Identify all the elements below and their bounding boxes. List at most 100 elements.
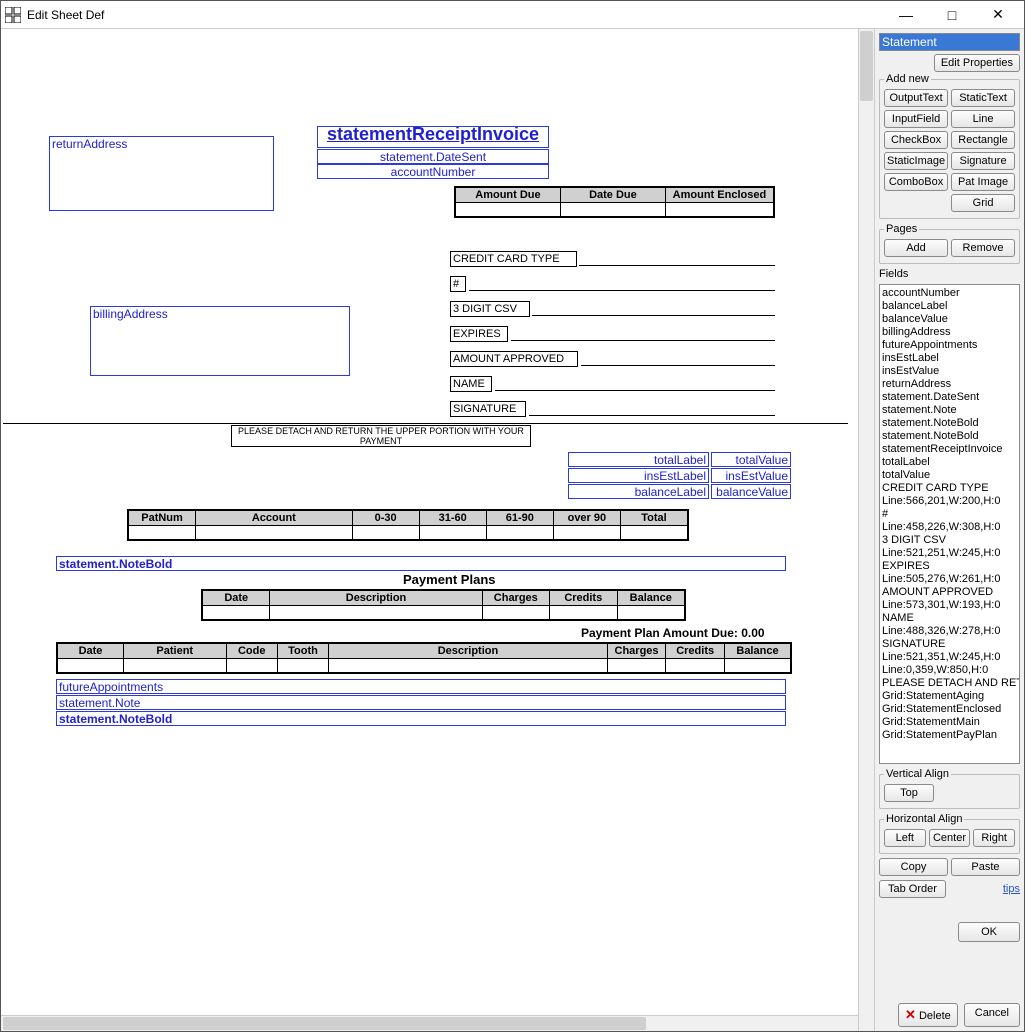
grid-statement-enclosed[interactable]: Amount Due Date Due Amount Enclosed — [454, 186, 775, 218]
valign-legend: Vertical Align — [884, 768, 951, 780]
addnew-combo-box-button[interactable]: ComboBox — [884, 173, 948, 191]
static-amount-approved[interactable]: AMOUNT APPROVED — [450, 351, 578, 367]
fields-list-item[interactable]: # — [882, 508, 1017, 521]
field-noteBold-2[interactable]: statement.NoteBold — [56, 711, 786, 726]
pages-group: Pages Add Remove — [879, 223, 1020, 264]
addnew-signature-button[interactable]: Signature — [951, 152, 1015, 170]
fields-list-item[interactable]: insEstLabel — [882, 352, 1017, 365]
field-statementReceiptInvoice[interactable]: statementReceiptInvoice — [317, 126, 549, 148]
fields-list-item[interactable]: returnAddress — [882, 378, 1017, 391]
fields-list-item[interactable]: balanceLabel — [882, 300, 1017, 313]
static-hash[interactable]: # — [450, 276, 466, 292]
addnew-line-button[interactable]: Line — [951, 110, 1015, 128]
canvas-wrap: returnAddress statementReceiptInvoice st… — [1, 29, 858, 1031]
tips-link[interactable]: tips — [1003, 883, 1020, 895]
field-totalLabel[interactable]: totalLabel — [568, 452, 709, 467]
maximize-button[interactable]: □ — [930, 3, 974, 27]
static-name[interactable]: NAME — [450, 376, 492, 392]
fields-list-item[interactable]: statement.DateSent — [882, 391, 1017, 404]
fields-list-item[interactable]: balanceValue — [882, 313, 1017, 326]
close-button[interactable]: ✕ — [976, 3, 1020, 27]
addnew-static-image-button[interactable]: StaticImage — [884, 152, 948, 170]
cancel-button[interactable]: Cancel — [964, 1003, 1020, 1027]
fields-list-item[interactable]: Line:573,301,W:193,H:0 — [882, 599, 1017, 612]
field-balanceValue[interactable]: balanceValue — [711, 484, 791, 499]
fields-list-item[interactable]: futureAppointments — [882, 339, 1017, 352]
fields-list-item[interactable]: statement.NoteBold — [882, 417, 1017, 430]
pages-add-button[interactable]: Add — [884, 239, 948, 257]
static-detach[interactable]: PLEASE DETACH AND RETURN THE UPPER PORTI… — [231, 425, 531, 447]
tab-order-button[interactable]: Tab Order — [879, 880, 946, 898]
addnew-check-box-button[interactable]: CheckBox — [884, 131, 948, 149]
fields-list-item[interactable]: Line:488,326,W:278,H:0 — [882, 625, 1017, 638]
addnew-input-field-button[interactable]: InputField — [884, 110, 948, 128]
field-accountNumber[interactable]: accountNumber — [317, 164, 549, 179]
fields-list-item[interactable]: Line:521,251,W:245,H:0 — [882, 547, 1017, 560]
static-3digit[interactable]: 3 DIGIT CSV — [450, 301, 530, 317]
grid-statement-main[interactable]: Date Patient Code Tooth Description Char… — [56, 642, 792, 674]
fields-list-item[interactable]: Line:505,276,W:261,H:0 — [882, 573, 1017, 586]
static-payment-plans-title: Payment Plans — [403, 572, 496, 587]
fields-listbox[interactable]: accountNumberbalanceLabelbalanceValuebil… — [879, 284, 1020, 764]
field-returnAddress[interactable]: returnAddress — [49, 136, 274, 211]
fields-list-item[interactable]: accountNumber — [882, 287, 1017, 300]
ok-button[interactable]: OK — [958, 922, 1020, 942]
fields-list-item[interactable]: SIGNATURE — [882, 638, 1017, 651]
fields-list-item[interactable]: insEstValue — [882, 365, 1017, 378]
fields-list-item[interactable]: CREDIT CARD TYPE — [882, 482, 1017, 495]
fields-list-item[interactable]: Grid:StatementMain — [882, 716, 1017, 729]
fields-list-item[interactable]: Line:458,226,W:308,H:0 — [882, 521, 1017, 534]
fields-list-item[interactable]: billingAddress — [882, 326, 1017, 339]
halign-center-button[interactable]: Center — [929, 829, 971, 847]
fields-list-item[interactable]: Line:566,201,W:200,H:0 — [882, 495, 1017, 508]
minimize-button[interactable]: — — [884, 3, 928, 27]
addnew-grid-button[interactable]: Grid — [951, 194, 1015, 212]
fields-list-item[interactable]: totalLabel — [882, 456, 1017, 469]
fields-list-item[interactable]: AMOUNT APPROVED — [882, 586, 1017, 599]
grid-statement-payplan[interactable]: Date Description Charges Credits Balance — [201, 589, 686, 621]
copy-button[interactable]: Copy — [879, 858, 948, 876]
fields-list-item[interactable]: statement.Note — [882, 404, 1017, 417]
fields-list-item[interactable]: statementReceiptInvoice — [882, 443, 1017, 456]
field-insEstLabel[interactable]: insEstLabel — [568, 468, 709, 483]
grid-statement-aging[interactable]: PatNum Account 0-30 31-60 61-90 over 90 … — [127, 509, 689, 541]
addnew-pat-image-button[interactable]: Pat Image — [951, 173, 1015, 191]
field-note[interactable]: statement.Note — [56, 695, 786, 710]
delete-button[interactable]: ✕Delete — [898, 1003, 958, 1027]
fields-list-item[interactable]: PLEASE DETACH AND RETURN THE UPPER PORTI… — [882, 677, 1017, 690]
halign-left-button[interactable]: Left — [884, 829, 926, 847]
fields-list-item[interactable]: Line:0,359,W:850,H:0 — [882, 664, 1017, 677]
fields-list-item[interactable]: 3 DIGIT CSV — [882, 534, 1017, 547]
fields-list-item[interactable]: Grid:StatementAging — [882, 690, 1017, 703]
addnew-rectangle-button[interactable]: Rectangle — [951, 131, 1015, 149]
fields-list-item[interactable]: EXPIRES — [882, 560, 1017, 573]
edit-properties-button[interactable]: Edit Properties — [934, 54, 1020, 72]
sheet-name-input[interactable] — [879, 33, 1020, 51]
field-balanceLabel[interactable]: balanceLabel — [568, 484, 709, 499]
field-futureAppointments[interactable]: futureAppointments — [56, 679, 786, 694]
field-billingAddress[interactable]: billingAddress — [90, 306, 350, 376]
field-insEstValue[interactable]: insEstValue — [711, 468, 791, 483]
fields-list-item[interactable]: Grid:StatementPayPlan — [882, 729, 1017, 742]
field-totalValue[interactable]: totalValue — [711, 452, 791, 467]
fields-list-item[interactable]: totalValue — [882, 469, 1017, 482]
static-cc-type[interactable]: CREDIT CARD TYPE — [450, 251, 577, 267]
field-dateSent[interactable]: statement.DateSent — [317, 149, 549, 164]
paste-button[interactable]: Paste — [951, 858, 1020, 876]
sheet-canvas[interactable]: returnAddress statementReceiptInvoice st… — [3, 31, 848, 1031]
halign-right-button[interactable]: Right — [973, 829, 1015, 847]
field-noteBold-1[interactable]: statement.NoteBold — [56, 556, 786, 571]
fields-list-item[interactable]: statement.NoteBold — [882, 430, 1017, 443]
static-signature[interactable]: SIGNATURE — [450, 401, 526, 417]
static-expires[interactable]: EXPIRES — [450, 326, 508, 342]
pages-remove-button[interactable]: Remove — [951, 239, 1015, 257]
addnew-output-text-button[interactable]: OutputText — [884, 89, 948, 107]
fields-list-item[interactable]: Grid:StatementEnclosed — [882, 703, 1017, 716]
addnew-static-text-button[interactable]: StaticText — [951, 89, 1015, 107]
hscrollbar[interactable] — [1, 1015, 858, 1031]
vscrollbar[interactable] — [858, 29, 874, 1031]
static-payplan-amount-due: Payment Plan Amount Due: 0.00 — [581, 626, 765, 640]
valign-top-button[interactable]: Top — [884, 784, 934, 802]
fields-list-item[interactable]: NAME — [882, 612, 1017, 625]
fields-list-item[interactable]: Line:521,351,W:245,H:0 — [882, 651, 1017, 664]
